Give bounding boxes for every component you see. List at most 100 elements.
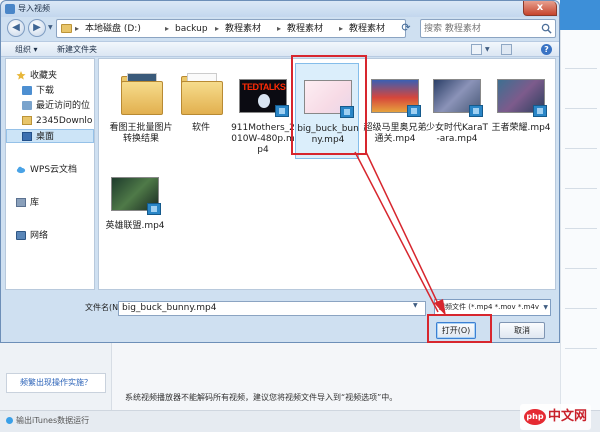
nav-item-label: 最近访问的位 bbox=[36, 101, 91, 111]
nav-item-desktop[interactable]: 桌面 bbox=[6, 129, 94, 143]
nav-item-label: WPS云文档 bbox=[30, 165, 78, 175]
download-folder-icon bbox=[22, 86, 32, 95]
chevron-down-icon: ▼ bbox=[543, 304, 548, 311]
breadcrumb-folder-3[interactable]: 教程素材 bbox=[349, 22, 385, 36]
search-input[interactable] bbox=[424, 22, 536, 35]
background-header bbox=[560, 0, 600, 30]
nav-item-label: 库 bbox=[30, 198, 40, 208]
recent-places-icon bbox=[22, 101, 32, 110]
file-item[interactable]: 少女时代KaraT-ara.mp4 bbox=[425, 63, 489, 159]
breadcrumb-separator: ▸ bbox=[215, 24, 220, 33]
file-item[interactable]: 英雄联盟.mp4 bbox=[103, 161, 167, 257]
video-file-icon bbox=[533, 105, 547, 117]
toolbar: 组织 ▾ 新建文件夹 ▼ ? bbox=[1, 41, 559, 57]
file-item[interactable]: 王者荣耀.mp4 bbox=[489, 63, 553, 159]
video-file-icon bbox=[407, 105, 421, 117]
forward-button[interactable]: ▶ bbox=[28, 19, 46, 37]
folder-icon bbox=[61, 24, 72, 33]
new-folder-button[interactable]: 新建文件夹 bbox=[57, 43, 97, 56]
navigation-pane: 收藏夹 下载 最近访问的位 2345Downlo 桌面 WPS云文档 库 网络 bbox=[5, 58, 95, 290]
breadcrumb-separator: ▸ bbox=[165, 24, 170, 33]
video-thumbnail: TEDTALKS bbox=[235, 67, 291, 119]
desktop-icon bbox=[22, 132, 32, 141]
file-name: 英雄联盟.mp4 bbox=[105, 221, 165, 231]
nav-item-wps-cloud[interactable]: WPS云文档 bbox=[6, 163, 94, 177]
highlight-selected-file bbox=[291, 55, 367, 155]
close-button[interactable]: x bbox=[523, 1, 557, 16]
notice-text: 系统视频播放器不能解码所有视频，建议您将视频文件导入到“视频选项”中。 bbox=[125, 393, 398, 402]
nav-item-2345downloads[interactable]: 2345Downlo bbox=[6, 114, 94, 128]
breadcrumb-separator: ▸ bbox=[339, 24, 344, 33]
nav-item-label: 2345Downlo bbox=[36, 116, 93, 126]
file-item[interactable]: 看图王批量图片转换结果 bbox=[109, 63, 173, 159]
view-options-icon[interactable] bbox=[471, 44, 482, 55]
refresh-icon[interactable]: ⟳ bbox=[397, 19, 415, 38]
folder-icon bbox=[173, 67, 229, 119]
file-name: 王者荣耀.mp4 bbox=[491, 123, 551, 133]
dialog-title: 导入视频 bbox=[18, 4, 50, 13]
cloud-icon bbox=[16, 166, 26, 174]
file-name: 超级马里奥兄弟通关.mp4 bbox=[363, 123, 427, 144]
file-type-value: 视频文件 (*.mp4 *.mov *.m4v bbox=[438, 303, 539, 311]
star-icon bbox=[16, 71, 26, 80]
filename-dropdown-icon[interactable]: ▼ bbox=[413, 302, 418, 309]
history-dropdown-icon[interactable]: ▼ bbox=[48, 24, 53, 31]
network-icon bbox=[16, 231, 26, 240]
organize-menu[interactable]: 组织 ▾ bbox=[15, 43, 38, 56]
nav-item-favorites[interactable]: 收藏夹 bbox=[6, 69, 94, 83]
app-icon bbox=[5, 4, 15, 14]
cancel-button[interactable]: 取消 bbox=[499, 322, 545, 339]
video-file-icon bbox=[275, 105, 289, 117]
search-icon[interactable] bbox=[541, 23, 552, 34]
nav-item-label: 桌面 bbox=[36, 132, 55, 142]
address-bar[interactable]: ▸ 本地磁盘 (D:) ▸ backup ▸ 教程素材 ▸ 教程素材 ▸ 教程素… bbox=[56, 19, 452, 38]
video-file-icon bbox=[469, 105, 483, 117]
breadcrumb-folder-1[interactable]: 教程素材 bbox=[225, 22, 261, 36]
import-video-dialog: 导入视频 x ◀ ▶ ▼ ▸ 本地磁盘 (D:) ▸ backup ▸ 教程素材… bbox=[0, 0, 560, 343]
folder-icon bbox=[22, 116, 32, 125]
video-thumbnail bbox=[493, 67, 549, 119]
nav-item-network[interactable]: 网络 bbox=[6, 229, 94, 243]
filename-input[interactable]: big_buck_bunny.mp4 bbox=[118, 301, 426, 316]
video-thumbnail bbox=[429, 67, 485, 119]
breadcrumb-separator: ▸ bbox=[75, 24, 80, 33]
file-name: 软件 bbox=[191, 123, 210, 133]
nav-item-recent[interactable]: 最近访问的位 bbox=[6, 99, 94, 113]
video-file-icon bbox=[147, 203, 161, 215]
back-button[interactable]: ◀ bbox=[7, 19, 25, 37]
breadcrumb-folder-2[interactable]: 教程素材 bbox=[287, 22, 323, 36]
file-item[interactable]: 超级马里奥兄弟通关.mp4 bbox=[363, 63, 427, 159]
file-name: 911Mothers_2010W-480p.mp4 bbox=[231, 123, 295, 155]
breadcrumb-separator: ▸ bbox=[277, 24, 282, 33]
help-link[interactable]: 频繁出现操作实施？ bbox=[6, 373, 106, 393]
dialog-titlebar[interactable]: 导入视频 x bbox=[1, 1, 559, 17]
nav-item-libraries[interactable]: 库 bbox=[6, 196, 94, 210]
highlight-open-button bbox=[427, 314, 492, 343]
itunes-status[interactable]: 输出iTunes数据运行 bbox=[6, 414, 89, 428]
address-row: ◀ ▶ ▼ ▸ 本地磁盘 (D:) ▸ backup ▸ 教程素材 ▸ 教程素材… bbox=[1, 18, 559, 40]
nav-item-downloads[interactable]: 下载 bbox=[6, 84, 94, 98]
library-icon bbox=[16, 198, 26, 207]
ted-logo: TEDTALKS bbox=[242, 82, 286, 92]
breadcrumb-backup[interactable]: backup bbox=[175, 22, 208, 36]
nav-item-label: 网络 bbox=[30, 231, 49, 241]
watermark-text: 中文网 bbox=[548, 409, 588, 424]
search-box[interactable] bbox=[420, 19, 556, 38]
file-item[interactable]: 软件 bbox=[169, 63, 233, 159]
nav-item-label: 收藏夹 bbox=[30, 71, 58, 81]
help-icon[interactable]: ? bbox=[541, 44, 552, 55]
folder-icon bbox=[113, 67, 169, 119]
site-watermark: php 中文网 bbox=[520, 404, 592, 430]
status-bar bbox=[0, 410, 600, 432]
video-thumbnail bbox=[367, 67, 423, 119]
file-item[interactable]: TEDTALKS 911Mothers_2010W-480p.mp4 bbox=[231, 63, 295, 159]
php-logo-icon: php bbox=[524, 409, 546, 425]
preview-pane-icon[interactable] bbox=[501, 44, 512, 55]
background-right-panel bbox=[560, 30, 600, 410]
itunes-status-label: 输出iTunes数据运行 bbox=[16, 416, 90, 425]
view-dropdown-icon[interactable]: ▼ bbox=[485, 43, 490, 56]
breadcrumb-drive[interactable]: 本地磁盘 (D:) bbox=[85, 22, 141, 36]
nav-item-label: 下载 bbox=[36, 86, 55, 96]
video-thumbnail bbox=[107, 165, 163, 217]
file-name: 少女时代KaraT-ara.mp4 bbox=[426, 123, 488, 144]
